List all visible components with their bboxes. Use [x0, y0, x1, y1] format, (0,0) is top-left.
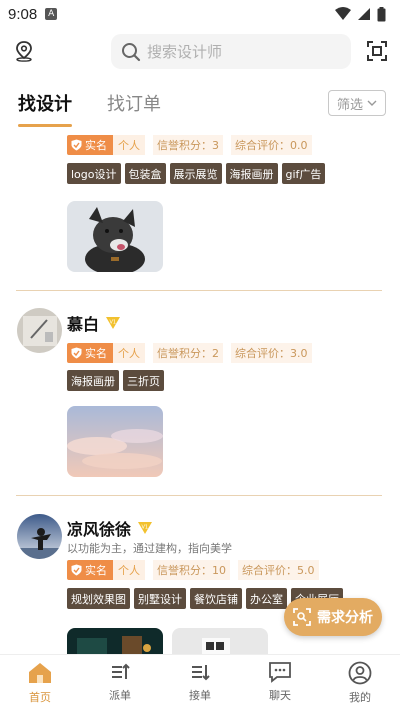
shield-check-icon — [71, 564, 82, 576]
filter-label: 筛选 — [336, 97, 363, 113]
dog-photo — [67, 201, 163, 272]
skill-tag: 办公室 — [246, 588, 287, 609]
chevron-down-icon — [367, 100, 377, 106]
skill-tag: 别墅设计 — [134, 588, 186, 609]
battery-icon — [377, 6, 386, 21]
designer-name-row: 慕白 V1 — [67, 311, 121, 335]
scan-face-icon — [293, 608, 311, 626]
shield-check-icon — [71, 139, 82, 151]
interior-photo — [67, 628, 163, 654]
wifi-icon — [335, 7, 351, 20]
dispatch-icon — [112, 663, 130, 679]
designer-badges: 实名 个人 信誉积分：2 综合评价：3.0 — [67, 343, 312, 363]
fab-label: 需求分析 — [317, 610, 373, 626]
type-badge: 个人 — [113, 135, 145, 155]
skill-tag: 海报画册 — [67, 370, 119, 391]
tab-bar: 找设计 找订单 筛选 — [0, 78, 400, 128]
skill-tag: 规划效果图 — [67, 588, 130, 609]
designer-tags: logo设计 包装盒 展示展览 海报画册 gif广告 — [67, 163, 326, 184]
portfolio-thumbnail[interactable] — [67, 406, 163, 477]
verified-badge: 实名 — [67, 343, 113, 363]
chat-icon — [269, 662, 291, 683]
notification-a-icon: A — [45, 8, 58, 20]
portfolio-thumbnail[interactable] — [67, 628, 163, 654]
shield-check-icon — [71, 347, 82, 359]
nav-dispatch[interactable]: 派单 — [80, 655, 160, 711]
search-input[interactable]: 搜索设计师 — [111, 34, 351, 69]
profile-icon — [348, 661, 372, 685]
portfolio-thumbnail[interactable] — [172, 628, 268, 654]
nav-chat[interactable]: 聊天 — [240, 655, 320, 711]
skill-tag: 海报画册 — [225, 163, 278, 184]
card-divider — [16, 290, 382, 291]
svg-text:V1: V1 — [142, 525, 149, 531]
tab-find-order[interactable]: 找订单 — [107, 90, 161, 116]
status-bar: 9:08 A — [0, 0, 400, 28]
designer-name[interactable]: 慕白 — [67, 311, 99, 335]
bottom-nav: 首页 派单 接单 聊天 我的 — [0, 654, 400, 711]
document-photo — [172, 628, 268, 654]
type-badge: 个人 — [113, 343, 145, 363]
credit-score: 信誉积分：2 — [153, 343, 223, 363]
designer-list[interactable]: 实名 个人 信誉积分：3 综合评价：0.0 logo设计 包装盒 展示展览 海报… — [0, 128, 400, 654]
search-icon — [122, 42, 141, 61]
credit-score: 信誉积分：3 — [153, 135, 223, 155]
skill-tag: gif广告 — [281, 163, 326, 184]
search-placeholder: 搜索设计师 — [147, 43, 223, 61]
designer-name-row: 凉风徐徐 V1 — [67, 516, 153, 540]
nav-profile[interactable]: 我的 — [320, 655, 400, 711]
status-time: 9:08 — [8, 5, 38, 23]
v1-badge-icon: V1 — [138, 522, 153, 534]
designer-badges: 实名 个人 信誉积分：3 综合评价：0.0 — [67, 135, 312, 155]
svg-text:V1: V1 — [110, 320, 117, 326]
top-bar: 搜索设计师 — [0, 28, 400, 74]
designer-tags: 海报画册 三折页 — [67, 370, 164, 391]
skill-tag: 包装盒 — [124, 163, 166, 184]
designer-bio: 以功能为主，通过建构，指向美学 — [67, 542, 232, 555]
portfolio-thumbnail[interactable] — [67, 201, 163, 272]
skill-tag: logo设计 — [67, 163, 121, 184]
designer-badges: 实名 个人 信誉积分：10 综合评价：5.0 — [67, 560, 319, 580]
verified-badge: 实名 — [67, 135, 113, 155]
type-badge: 个人 — [113, 560, 145, 580]
receive-order-icon — [192, 665, 210, 681]
location-icon[interactable] — [14, 40, 34, 62]
rating-score: 综合评价：3.0 — [231, 343, 312, 363]
skill-tag: 展示展览 — [169, 163, 222, 184]
tab-find-designer[interactable]: 找设计 — [18, 90, 72, 116]
filter-button[interactable]: 筛选 — [328, 90, 386, 116]
skill-tag: 餐饮店铺 — [190, 588, 242, 609]
signal-icon — [358, 8, 370, 20]
v1-badge-icon: V1 — [106, 317, 121, 329]
rating-score: 综合评价：0.0 — [231, 135, 312, 155]
active-tab-indicator — [18, 124, 72, 127]
rating-score: 综合评价：5.0 — [238, 560, 319, 580]
avatar[interactable] — [17, 514, 62, 559]
skill-tag: 三折页 — [123, 370, 164, 391]
nav-receive-order[interactable]: 接单 — [160, 655, 240, 711]
credit-score: 信誉积分：10 — [153, 560, 230, 580]
avatar[interactable] — [17, 308, 62, 353]
verified-badge: 实名 — [67, 560, 113, 580]
designer-name[interactable]: 凉风徐徐 — [67, 516, 131, 540]
card-divider — [16, 495, 382, 496]
demand-analysis-button[interactable]: 需求分析 — [284, 598, 382, 636]
sky-photo — [67, 406, 163, 477]
home-icon — [29, 663, 51, 683]
scan-icon[interactable] — [366, 40, 388, 62]
nav-home[interactable]: 首页 — [0, 655, 80, 711]
